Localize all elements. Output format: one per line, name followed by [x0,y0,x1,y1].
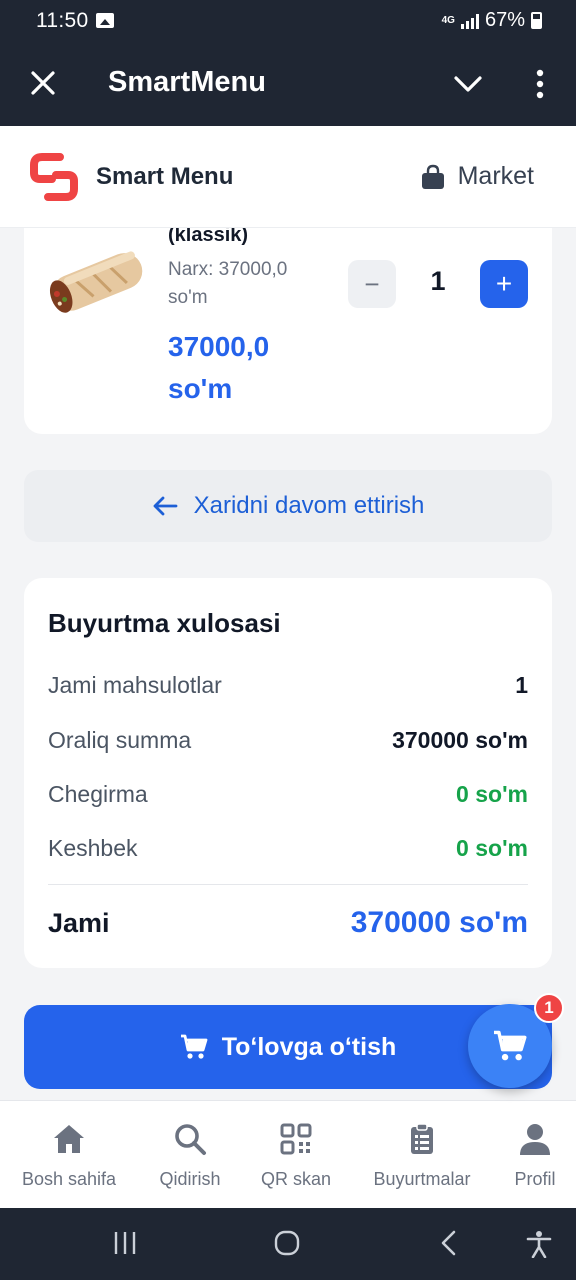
order-summary-title: Buyurtma xulosasi [48,608,281,638]
summary-row-items: Jami mahsulotlar 1 [48,672,528,699]
nav-label: QR skan [260,1169,332,1189]
brand-name[interactable]: Smart Menu [96,163,233,191]
summary-label: Chegirma [48,781,148,807]
nav-item-profile[interactable]: Profil [508,1121,562,1190]
smart-menu-logo-icon[interactable] [30,153,78,201]
market-link[interactable]: Market [420,162,534,191]
nav-label: Qidirish [159,1169,221,1189]
user-icon [520,1124,550,1155]
summary-label: Keshbek [48,835,138,861]
product-name: (klassik) [168,228,249,246]
continue-shopping-label: Xaridni davom ettirish [193,492,425,519]
close-icon[interactable] [28,68,58,98]
battery-percent: 67% [484,9,525,31]
search-icon [175,1124,206,1155]
market-label: Market [457,162,534,190]
summary-value: 1 [515,672,528,698]
product-unit-price: Narx: 37000,0 so'm [168,259,288,308]
bottom-nav: Bosh sahifa Qidirish QR skan Buyurtmalar… [0,1100,576,1208]
qr-icon [280,1123,312,1155]
nav-item-qr[interactable]: QR skan [258,1121,334,1190]
total-value: 370000 so'm [350,906,528,939]
cart-content[interactable]: (klassik) Narx: 37000,0 so'm 37000,0 so'… [0,228,576,1100]
more-vert-icon[interactable] [526,68,554,100]
home-button-icon[interactable] [274,1230,300,1256]
signal-icon [460,13,479,29]
network-type: 4G [441,14,455,26]
nav-item-search[interactable]: Qidirish [152,1121,228,1190]
summary-label: Oraliq summa [48,727,192,753]
chevron-down-icon[interactable] [452,70,484,98]
site-header: Smart Menu Market [0,126,576,228]
accessibility-icon[interactable] [526,1230,552,1258]
product-image [49,251,143,313]
summary-row-discount: Chegirma 0 so'm [48,781,528,808]
gallery-notification-icon [96,13,114,28]
continue-shopping-button[interactable]: Xaridni davom ettirish [24,470,552,542]
recents-icon[interactable] [112,1230,138,1256]
nav-label: Profil [514,1169,556,1189]
increase-quantity-button[interactable]: + [480,260,528,308]
nav-item-home[interactable]: Bosh sahifa [20,1121,118,1190]
summary-label: Jami mahsulotlar [48,672,222,698]
battery-icon [531,12,542,29]
home-icon [54,1125,84,1153]
summary-value: 370000 so'm [392,727,528,753]
summary-row-cashback: Keshbek 0 so'm [48,835,528,862]
nav-item-orders[interactable]: Buyurtmalar [364,1121,480,1190]
total-label: Jami [48,907,110,938]
summary-value: 0 so'm [456,835,528,861]
nav-label: Buyurtmalar [373,1169,471,1189]
summary-total-row: Jami 370000 so'm [48,906,528,940]
summary-divider [48,884,528,885]
arrow-left-icon [153,496,178,516]
status-bar: 11:50 4G 67% [0,0,576,42]
cart-item-card: (klassik) Narx: 37000,0 so'm 37000,0 so'… [24,228,552,434]
status-indicators: 4G 67% [442,9,542,32]
decrease-quantity-button[interactable]: − [348,260,396,308]
system-nav-bar [0,1208,576,1280]
nav-label: Bosh sahifa [21,1169,117,1189]
back-icon[interactable] [440,1230,458,1256]
checkout-label: To‘lovga o‘tish [221,1032,397,1061]
status-time: 11:50 [36,9,89,32]
summary-value: 0 so'm [456,781,528,807]
summary-row-subtotal: Oraliq summa 370000 so'm [48,727,528,754]
quantity-value: 1 [430,266,446,296]
cart-count-badge: 1 [534,993,564,1023]
clipboard-icon [411,1123,433,1154]
product-line-total: 37000,0 so'm [168,331,270,404]
cart-icon [180,1034,208,1059]
order-summary-card: Buyurtma xulosasi Jami mahsulotlar 1 Ora… [24,578,552,968]
app-title: SmartMenu [108,66,266,98]
cart-icon [494,1030,527,1061]
shopping-bag-icon [421,164,444,189]
app-bar: SmartMenu [0,42,576,126]
